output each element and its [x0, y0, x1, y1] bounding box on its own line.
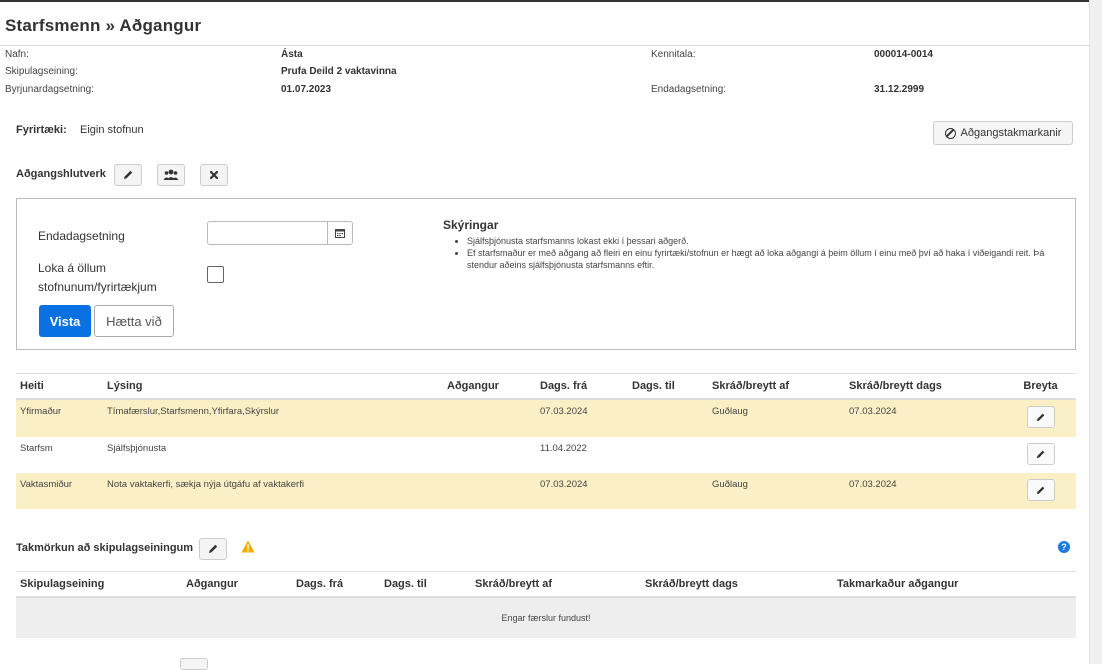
edit-row-button[interactable] — [1026, 406, 1055, 428]
pencil-icon — [209, 544, 218, 553]
close-all-checkbox[interactable] — [207, 266, 224, 283]
ssn-value: 000014-0014 — [874, 49, 933, 60]
partial-button[interactable] — [180, 658, 208, 670]
cell-description: Nota vaktakerfi, sækja nýja útgáfu af va… — [103, 473, 443, 509]
cell-date: 07.03.2024 — [845, 399, 1005, 437]
start-date-value: 01.07.2023 — [281, 84, 332, 95]
cell-description: Sjálfsþjónusta — [107, 443, 167, 454]
col-header-limited-access[interactable]: Takmarkaður aðgangur — [833, 571, 1076, 598]
cell-from: 07.03.2024 — [536, 399, 628, 437]
calendar-icon — [335, 229, 345, 238]
cell-name: Yfirmaður — [16, 399, 103, 437]
times-icon — [209, 170, 219, 180]
cell-edit — [1005, 399, 1076, 437]
close-access-panel: Endadagsetning Loka á öllum stofnunum/fy… — [16, 198, 1076, 350]
explanation-item: Ef starfsmaður er með aðgang að fleiri e… — [467, 247, 1067, 271]
pencil-icon — [1036, 413, 1045, 421]
end-date-label: Endadagsetning: — [651, 84, 727, 95]
enddate-field-label: Endadagsetning — [38, 229, 125, 243]
page-title: Starfsmenn » Aðgangur — [5, 16, 202, 35]
table-row: Vaktasmiður Nota vaktakerfi, sækja nýja … — [16, 473, 1076, 509]
table-row: Starfsm Sjálfsþjónusta 11.04.2022 — [16, 437, 1076, 473]
cell-from: 07.03.2024 — [536, 473, 628, 509]
col-header-access[interactable]: Aðgangur — [182, 571, 292, 598]
enddate-input[interactable] — [207, 221, 353, 245]
explanation-title: Skýringar — [443, 218, 499, 232]
company-value: Eigin stofnun — [80, 124, 144, 136]
cell-to — [628, 473, 708, 509]
company-label: Fyrirtæki: — [16, 124, 67, 136]
edit-row-button[interactable] — [1026, 479, 1055, 501]
col-header-edit: Breyta — [1005, 373, 1076, 400]
edit-row-button[interactable] — [1026, 443, 1055, 465]
calendar-button[interactable] — [327, 222, 352, 244]
remove-roles-button[interactable] — [200, 164, 228, 186]
cell-by: Guðlaug — [708, 399, 845, 437]
cell-date: 07.03.2024 — [845, 473, 1005, 509]
start-date-label: Byrjunardagsetning: — [5, 84, 94, 95]
edit-roles-button[interactable] — [114, 164, 142, 186]
table-header-row: Heiti Lýsing Aðgangur Dags. frá Dags. ti… — [16, 373, 1076, 400]
empty-row: Engar færslur fundust! — [16, 597, 1076, 638]
edit-org-restrictions-button[interactable] — [199, 538, 227, 560]
cell-access — [443, 399, 536, 437]
col-header-by[interactable]: Skráð/breytt af — [471, 571, 641, 598]
cell-to — [628, 437, 708, 473]
top-border — [0, 0, 1102, 2]
table-header-row: Skipulagseining Aðgangur Dags. frá Dags.… — [16, 571, 1076, 598]
unit-value: Prufa Deild 2 vaktavinna — [281, 66, 397, 77]
title-divider — [0, 45, 1090, 46]
ssn-label: Kennitala: — [651, 49, 696, 60]
table-row: Yfirmaður Tímafærslur,Starfsmenn,Yfirfar… — [16, 399, 1076, 437]
pencil-icon — [124, 170, 133, 179]
col-header-by[interactable]: Skráð/breytt af — [708, 373, 845, 400]
cell-edit — [1005, 473, 1076, 509]
ban-icon — [944, 127, 956, 139]
name-value: Ásta — [281, 49, 303, 60]
col-header-to[interactable]: Dags. til — [628, 373, 708, 400]
cell-by — [708, 437, 845, 473]
cell-to — [628, 399, 708, 437]
unit-label: Skipulagseining: — [5, 66, 78, 77]
access-restrictions-label: Aðgangstakmarkanir — [960, 127, 1062, 139]
col-header-date[interactable]: Skráð/breytt dags — [845, 373, 1005, 400]
cell-from: 11.04.2022 — [540, 443, 587, 454]
pencil-icon — [1036, 486, 1045, 494]
col-header-to[interactable]: Dags. til — [380, 571, 471, 598]
col-header-from[interactable]: Dags. frá — [536, 373, 628, 400]
col-header-unit[interactable]: Skipulagseining — [16, 571, 182, 598]
end-date-value: 31.12.2999 — [874, 84, 925, 95]
col-header-description[interactable]: Lýsing — [103, 373, 443, 400]
save-button[interactable]: Vista — [39, 305, 91, 337]
cell-name: Vaktasmiður — [16, 473, 103, 509]
org-restrictions-table: Skipulagseining Aðgangur Dags. frá Dags.… — [16, 571, 1076, 638]
page-scrollbar[interactable] — [1089, 0, 1102, 664]
col-header-from[interactable]: Dags. frá — [292, 571, 380, 598]
cell-access — [443, 437, 536, 473]
close-all-label: Loka á öllum stofnunum/fyrirtækjum — [38, 261, 157, 294]
cell-date — [845, 437, 1005, 473]
empty-message: Engar færslur fundust! — [16, 597, 1076, 638]
name-label: Nafn: — [5, 49, 29, 60]
cell-by: Guðlaug — [708, 473, 845, 509]
users-icon — [163, 169, 179, 180]
pencil-icon — [1036, 450, 1045, 458]
cell-edit — [1005, 437, 1076, 473]
access-roles-label: Aðgangshlutverk — [16, 168, 106, 180]
col-header-date[interactable]: Skráð/breytt dags — [641, 571, 833, 598]
group-roles-button[interactable] — [157, 164, 185, 186]
cell-access — [443, 473, 536, 509]
cell-name: Starfsm — [20, 443, 53, 454]
col-header-name[interactable]: Heiti — [16, 373, 103, 400]
access-restrictions-button[interactable]: Aðgangstakmarkanir — [933, 121, 1073, 145]
explanation-list: Sjálfsþjónusta starfsmanns lokast ekki í… — [457, 235, 1067, 271]
help-icon[interactable]: ? — [1058, 541, 1070, 553]
col-header-access[interactable]: Aðgangur — [443, 373, 536, 400]
explanation-item: Sjálfsþjónusta starfsmanns lokast ekki í… — [467, 235, 1067, 247]
roles-table: Heiti Lýsing Aðgangur Dags. frá Dags. ti… — [16, 373, 1076, 509]
org-restrictions-label: Takmörkun að skipulagseiningum — [16, 542, 194, 554]
warning-icon — [241, 540, 255, 553]
cell-description: Tímafærslur,Starfsmenn,Yfirfara,Skýrslur — [103, 399, 443, 437]
cancel-button[interactable]: Hætta við — [94, 305, 174, 337]
